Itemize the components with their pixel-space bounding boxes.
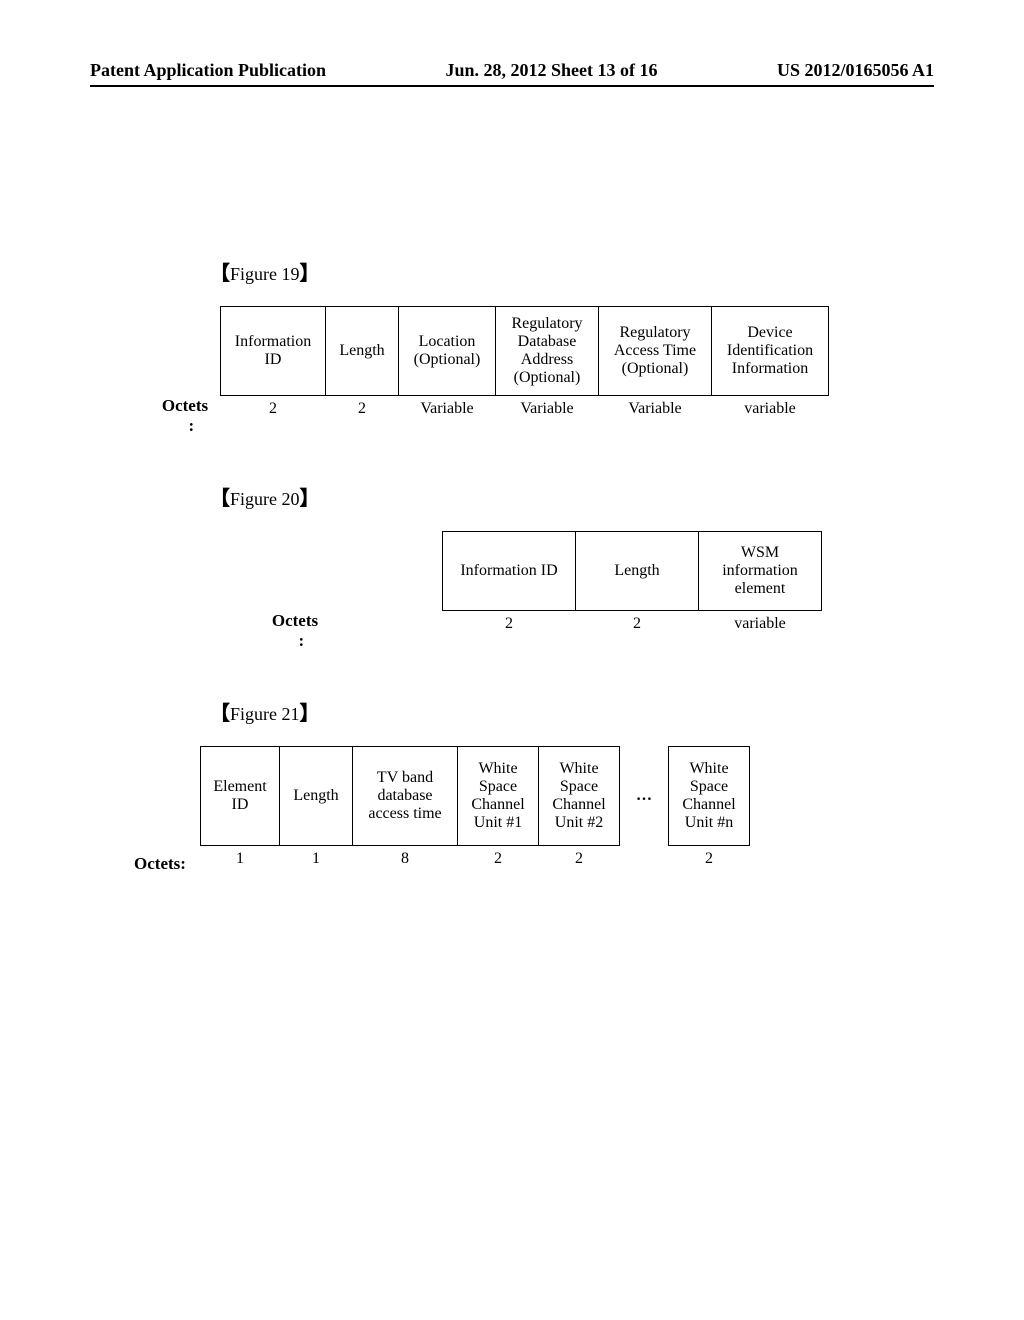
figure-19-label: 【Figure 19】 (210, 257, 934, 286)
table-header-cell: WSMinformationelement (699, 532, 822, 611)
figure-21-title: Figure 21 (230, 704, 300, 724)
table-value-cell (620, 846, 669, 873)
left-bracket-icon: 【 (210, 703, 230, 725)
table-value-cell: 1 (201, 846, 280, 873)
table-value-cell: 2 (443, 611, 576, 638)
octets-label: Octets : (150, 396, 220, 436)
table-header-cell: ElementID (201, 747, 280, 846)
figure-20-label: 【Figure 20】 (210, 482, 934, 511)
figure-21-label: 【Figure 21】 (210, 697, 934, 726)
table-header-cell: Length (326, 307, 399, 396)
table-header-cell: DeviceIdentificationInformation (712, 307, 829, 396)
right-bracket-icon: 】 (300, 703, 320, 725)
table-header-cell: WhiteSpaceChannelUnit #1 (458, 747, 539, 846)
page-header: Patent Application Publication Jun. 28, … (90, 60, 934, 87)
figure-19-title: Figure 19 (230, 264, 300, 284)
figure-21-block: 【Figure 21】 Octets: ElementIDLengthTV ba… (90, 697, 934, 872)
table-value-cell: variable (699, 611, 822, 638)
table-value-cell: 2 (221, 396, 326, 423)
figure-20-title: Figure 20 (230, 489, 300, 509)
octets-label: Octets : (260, 611, 330, 651)
figure-20-block: 【Figure 20】 Octets : Information IDLengt… (90, 482, 934, 637)
figure-19-table: InformationIDLengthLocation(Optional)Reg… (220, 306, 829, 422)
table-value-cell: Variable (496, 396, 599, 423)
table-value-cell: Variable (399, 396, 496, 423)
table-header-cell: InformationID (221, 307, 326, 396)
table-value-cell: variable (712, 396, 829, 423)
figure-20-table: Information IDLengthWSMinformationelemen… (442, 531, 822, 637)
ellipsis-icon: … (620, 747, 669, 846)
figure-21-table: ElementIDLengthTV banddatabaseaccess tim… (200, 746, 750, 872)
table-header-cell: WhiteSpaceChannelUnit #2 (539, 747, 620, 846)
table-value-cell: 2 (458, 846, 539, 873)
table-value-cell: 2 (669, 846, 750, 873)
header-right: US 2012/0165056 A1 (777, 60, 934, 81)
table-header-cell: Information ID (443, 532, 576, 611)
left-bracket-icon: 【 (210, 263, 230, 285)
table-value-cell: 2 (576, 611, 699, 638)
table-header-cell: RegulatoryAccess Time(Optional) (599, 307, 712, 396)
table-header-cell: Length (280, 747, 353, 846)
octets-label: Octets: (120, 854, 200, 874)
right-bracket-icon: 】 (300, 488, 320, 510)
table-value-cell: Variable (599, 396, 712, 423)
table-value-cell: 2 (539, 846, 620, 873)
table-header-cell: RegulatoryDatabaseAddress(Optional) (496, 307, 599, 396)
table-value-cell: 2 (326, 396, 399, 423)
table-value-cell: 8 (353, 846, 458, 873)
table-header-cell: Length (576, 532, 699, 611)
table-header-cell: Location(Optional) (399, 307, 496, 396)
figure-19-block: 【Figure 19】 Octets : InformationIDLength… (90, 257, 934, 422)
header-center: Jun. 28, 2012 Sheet 13 of 16 (445, 60, 657, 81)
right-bracket-icon: 】 (300, 263, 320, 285)
table-header-cell: TV banddatabaseaccess time (353, 747, 458, 846)
table-header-cell: WhiteSpaceChannelUnit #n (669, 747, 750, 846)
table-value-cell: 1 (280, 846, 353, 873)
patent-page: Patent Application Publication Jun. 28, … (0, 0, 1024, 1320)
header-left: Patent Application Publication (90, 60, 326, 81)
left-bracket-icon: 【 (210, 488, 230, 510)
